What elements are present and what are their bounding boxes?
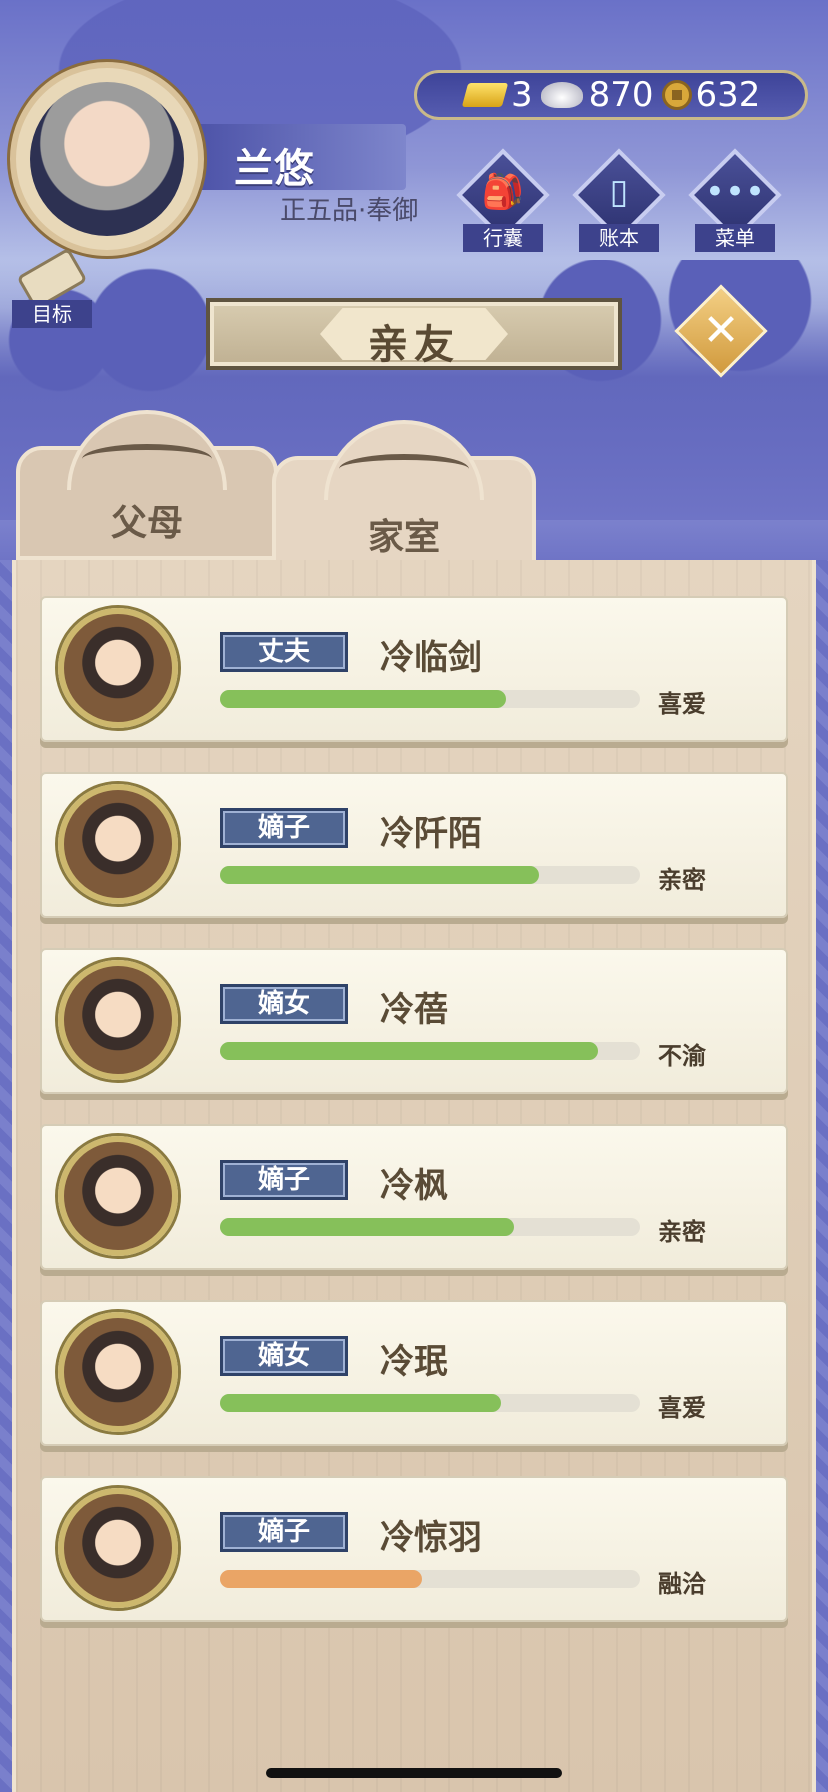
favor-bar	[220, 1042, 640, 1060]
member-card[interactable]: 嫡女 冷珉 喜爱	[40, 1300, 788, 1446]
mood-label: 亲密	[658, 1218, 706, 1246]
tab-parents-label: 父母	[110, 503, 183, 544]
player-portrait	[30, 82, 184, 236]
tab-parents[interactable]: 父母	[16, 410, 278, 560]
relation-badge: 嫡女	[220, 1336, 348, 1376]
relation-badge: 嫡子	[220, 808, 348, 848]
mood-label: 喜爱	[658, 690, 706, 718]
coin-amount: 632	[695, 75, 761, 115]
copper-coin-icon	[661, 80, 692, 110]
favor-bar	[220, 866, 640, 884]
mood-label: 亲密	[658, 866, 706, 894]
favor-bar	[220, 1570, 640, 1588]
relation-badge: 丈夫	[220, 632, 348, 672]
bag-label: 行囊	[463, 224, 543, 252]
member-portrait	[58, 784, 178, 904]
member-card[interactable]: 嫡子 冷惊羽 融洽	[40, 1476, 788, 1622]
more-dots-icon: •••	[704, 172, 766, 212]
favor-bar-fill	[220, 1042, 598, 1060]
member-card[interactable]: 嫡子 冷阡陌 亲密	[40, 772, 788, 918]
favor-bar	[220, 690, 640, 708]
silver-counter: 870	[540, 75, 654, 115]
member-portrait	[58, 1488, 178, 1608]
menu-label: 菜单	[695, 224, 775, 252]
gold-ingot-icon	[461, 83, 509, 107]
gold-amount: 3	[511, 75, 533, 115]
player-avatar[interactable]	[10, 62, 204, 256]
member-card[interactable]: 嫡子 冷枫 亲密	[40, 1124, 788, 1270]
close-icon[interactable]: ✕	[688, 298, 754, 364]
player-name: 兰悠	[234, 146, 314, 192]
member-name: 冷惊羽	[380, 1518, 482, 1558]
page-title: 亲友	[368, 322, 460, 368]
book-icon: ▯	[609, 172, 629, 212]
member-portrait	[58, 1136, 178, 1256]
relation-badge: 嫡女	[220, 984, 348, 1024]
tab-family-label: 家室	[367, 517, 440, 558]
member-portrait	[58, 1312, 178, 1432]
favor-bar-fill	[220, 1570, 422, 1588]
relation-badge: 嫡子	[220, 1160, 348, 1200]
goal-label: 目标	[12, 300, 92, 328]
mood-label: 融洽	[658, 1570, 706, 1598]
tab-family[interactable]: 家室	[272, 420, 536, 576]
mood-label: 喜爱	[658, 1394, 706, 1422]
player-rank: 正五品·奉御	[280, 196, 419, 226]
member-card[interactable]: 嫡女 冷蓓 不渝	[40, 948, 788, 1094]
member-name: 冷枫	[380, 1166, 448, 1206]
bag-button[interactable]: 🎒 行囊	[456, 148, 550, 252]
favor-bar-fill	[220, 1218, 514, 1236]
title-plaque: 亲友	[206, 298, 622, 370]
relation-badge: 嫡子	[220, 1512, 348, 1552]
currency-bar: 3 870 632	[414, 70, 808, 120]
coin-counter: 632	[661, 75, 761, 115]
favor-bar-fill	[220, 866, 540, 884]
favor-bar	[220, 1218, 640, 1236]
member-name: 冷珉	[380, 1342, 448, 1382]
mood-label: 不渝	[658, 1042, 706, 1070]
bag-icon: 🎒	[481, 172, 525, 212]
favor-bar	[220, 1394, 640, 1412]
favor-bar-fill	[220, 1394, 502, 1412]
member-name: 冷临剑	[380, 638, 482, 678]
member-name: 冷阡陌	[380, 814, 482, 854]
member-name: 冷蓓	[380, 990, 448, 1030]
silver-amount: 870	[588, 75, 654, 115]
home-indicator[interactable]	[266, 1768, 562, 1778]
silver-ingot-icon	[540, 82, 583, 108]
ledger-button[interactable]: ▯ 账本	[572, 148, 666, 252]
member-card[interactable]: 丈夫 冷临剑 喜爱	[40, 596, 788, 742]
gold-counter: 3	[461, 75, 533, 115]
favor-bar-fill	[220, 690, 506, 708]
ledger-label: 账本	[579, 224, 659, 252]
menu-button[interactable]: ••• 菜单	[688, 148, 782, 252]
member-portrait	[58, 960, 178, 1080]
member-portrait	[58, 608, 178, 728]
goal-button[interactable]: 目标	[12, 247, 92, 330]
